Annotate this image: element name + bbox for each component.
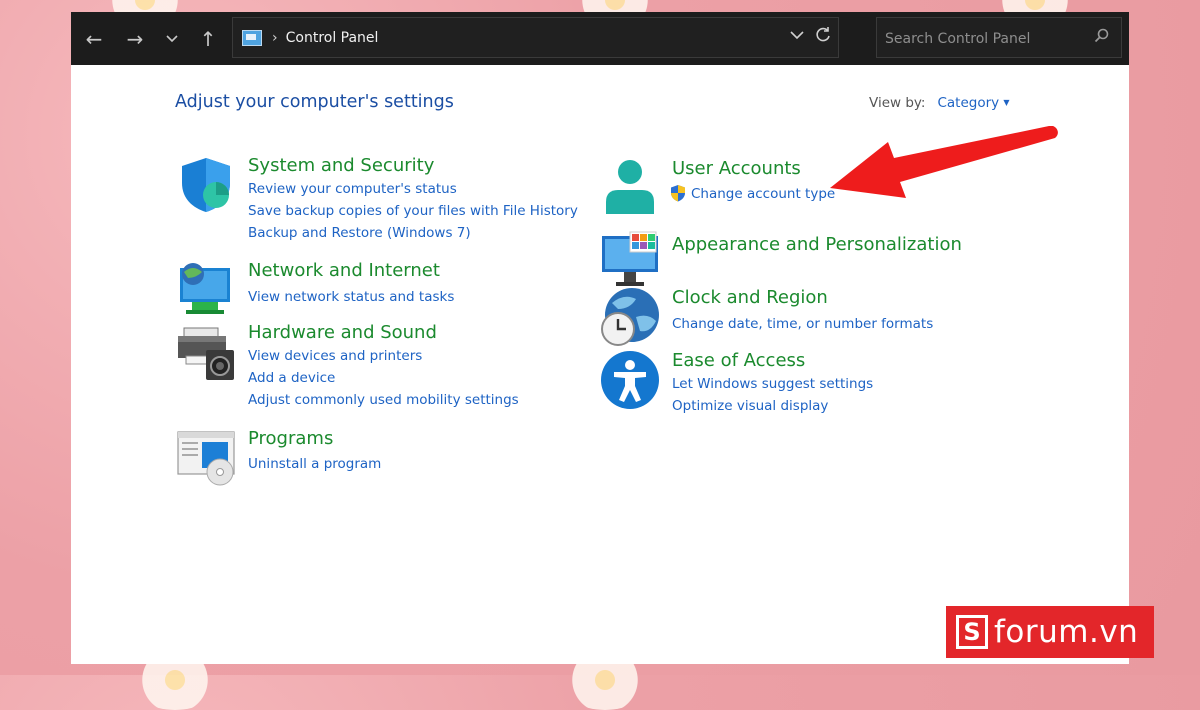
- logo-text: forum.vn: [994, 614, 1139, 650]
- ease-title[interactable]: Ease of Access: [672, 350, 805, 371]
- back-button[interactable]: ←: [81, 26, 107, 52]
- backup-restore-link[interactable]: Backup and Restore (Windows 7): [248, 225, 471, 241]
- view-by-label: View by:: [869, 95, 926, 111]
- annotation-arrow: [830, 126, 1058, 198]
- view-by: View by: Category ▼: [869, 95, 1010, 111]
- appearance-title[interactable]: Appearance and Personalization: [672, 234, 962, 255]
- address-dropdown-button[interactable]: [790, 28, 804, 44]
- system-security-title[interactable]: System and Security: [248, 155, 434, 176]
- navigation-toolbar: ← → ↑ › Control Panel: [71, 12, 1129, 65]
- forward-button[interactable]: →: [122, 26, 148, 52]
- page-title: Adjust your computer's settings: [175, 92, 454, 112]
- chevron-down-icon: [166, 35, 178, 43]
- caret-down-icon: ▼: [1003, 98, 1010, 107]
- recent-locations-button[interactable]: [159, 26, 185, 52]
- refresh-button[interactable]: [814, 26, 832, 49]
- up-button[interactable]: ↑: [195, 26, 221, 52]
- search-box[interactable]: [876, 17, 1122, 58]
- clock-globe-icon: [601, 288, 659, 346]
- uninstall-program-link[interactable]: Uninstall a program: [248, 456, 381, 472]
- refresh-icon: [816, 27, 830, 42]
- network-title[interactable]: Network and Internet: [248, 260, 440, 281]
- hardware-title[interactable]: Hardware and Sound: [248, 322, 437, 343]
- printer-icon: [178, 327, 234, 380]
- view-by-value: Category: [937, 95, 1000, 111]
- optimize-display-link[interactable]: Optimize visual display: [672, 398, 828, 414]
- logo-mark: S: [956, 615, 988, 649]
- review-status-link[interactable]: Review your computer's status: [248, 181, 457, 197]
- accessibility-icon: [601, 351, 659, 409]
- address-bar[interactable]: › Control Panel: [232, 17, 839, 58]
- programs-title[interactable]: Programs: [248, 428, 333, 449]
- clock-title[interactable]: Clock and Region: [672, 287, 828, 308]
- control-panel-window: ← → ↑ › Control Panel A: [71, 12, 1129, 664]
- arrow-right-icon: →: [126, 27, 144, 51]
- search-input[interactable]: [883, 27, 1087, 51]
- change-formats-link[interactable]: Change date, time, or number formats: [672, 316, 933, 332]
- uac-shield-icon: [671, 185, 685, 202]
- programs-icon: [177, 431, 235, 486]
- suggest-settings-link[interactable]: Let Windows suggest settings: [672, 376, 873, 392]
- add-device-link[interactable]: Add a device: [248, 370, 335, 386]
- devices-printers-link[interactable]: View devices and printers: [248, 348, 422, 364]
- file-history-link[interactable]: Save backup copies of your files with Fi…: [248, 203, 578, 219]
- network-status-link[interactable]: View network status and tasks: [248, 289, 454, 305]
- sforum-watermark-logo: S forum.vn: [946, 606, 1154, 658]
- search-icon[interactable]: [1094, 28, 1109, 47]
- network-globe-icon: [180, 263, 230, 314]
- control-panel-icon: [242, 29, 262, 46]
- mobility-settings-link[interactable]: Adjust commonly used mobility settings: [248, 392, 519, 408]
- user-icon: [606, 160, 654, 214]
- view-by-dropdown[interactable]: Category ▼: [937, 95, 1009, 111]
- arrow-left-icon: ←: [85, 27, 103, 51]
- address-location[interactable]: Control Panel: [286, 30, 379, 46]
- shield-icon: [182, 158, 230, 212]
- monitor-icon: [602, 231, 658, 286]
- arrow-up-icon: ↑: [199, 27, 217, 51]
- address-separator: ›: [272, 29, 278, 46]
- chevron-down-icon: [790, 31, 804, 40]
